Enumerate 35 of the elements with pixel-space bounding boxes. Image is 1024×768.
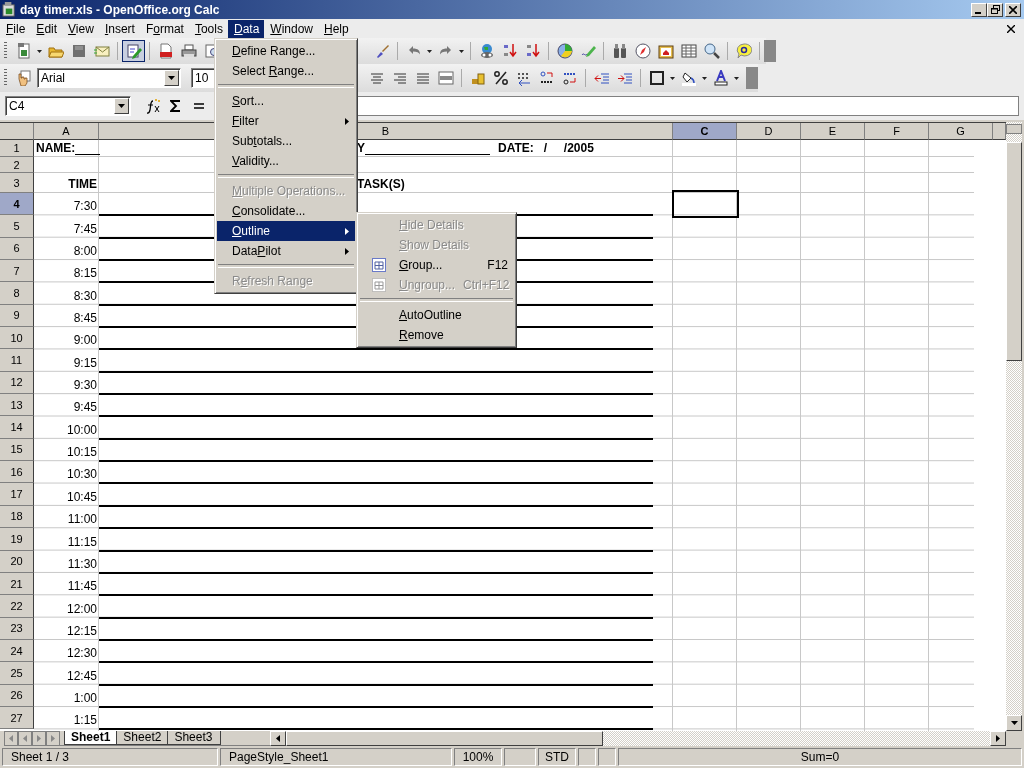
status-mode: STD [538, 748, 576, 766]
table-cell: DATE: / /2005 [498, 141, 594, 155]
table-cell: 11:30 [67, 556, 97, 571]
status-sheet: Sheet 1 / 3 [2, 748, 218, 766]
table-cell: 1:15 [73, 713, 97, 728]
table-cell: 12:30 [66, 646, 97, 661]
window-title: day timer.xls - OpenOffice.org Calc [20, 2, 220, 17]
table-cell: 12:45 [66, 668, 97, 683]
table-cell: 9:30 [73, 378, 97, 393]
status-zoom: 100% [454, 748, 502, 766]
table-cell: 8:30 [73, 288, 97, 303]
table-cell: 8:15 [73, 266, 97, 281]
table-cell: 7:30 [73, 199, 97, 214]
table-cell: 9:00 [73, 333, 97, 348]
table-cell: 12:00 [66, 601, 97, 616]
status-page-style: PageStyle_Sheet1 [220, 748, 452, 766]
table-cell: TASK(S) [357, 177, 405, 191]
table-cell: 9:45 [73, 400, 97, 415]
status-sum: Sum=0 [618, 748, 1022, 766]
table-cell: TIME [68, 177, 97, 191]
table-cell: NAME: [36, 141, 76, 155]
table-cell: 11:15 [67, 534, 97, 549]
table-cell: 1:00 [73, 690, 97, 705]
table-cell: 7:45 [73, 221, 97, 236]
table-cell: 9:15 [73, 355, 97, 370]
table-cell: 10:00 [66, 422, 97, 437]
table-cell: 11:00 [67, 512, 97, 527]
table-cell: Y [357, 141, 365, 155]
table-cell: 10:15 [66, 445, 97, 460]
table-cell: 10:30 [66, 467, 97, 482]
table-cell: 10:45 [66, 489, 97, 504]
table-cell: 8:45 [73, 311, 97, 326]
table-cell: 12:15 [66, 623, 97, 638]
table-cell: 8:00 [73, 244, 97, 259]
table-cell: 11:45 [67, 579, 97, 594]
